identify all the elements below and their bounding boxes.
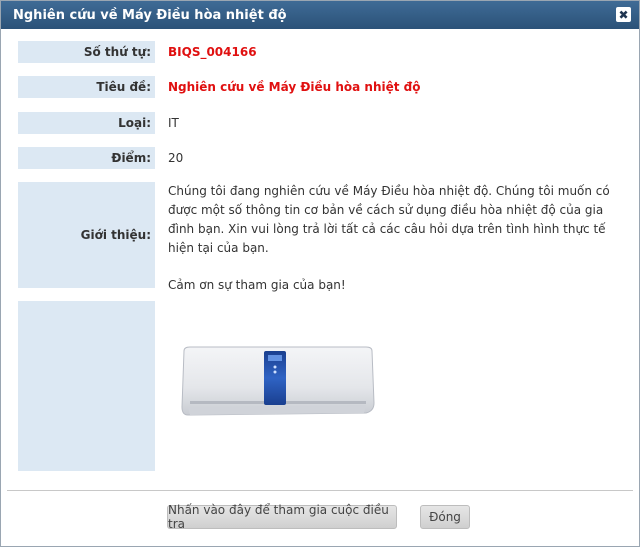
serial-value: BIQS_004166 <box>168 45 257 59</box>
close-icon[interactable]: ✖ <box>616 7 631 22</box>
points-row: Điểm: 20 <box>18 147 627 169</box>
intro-text: Chúng tôi đang nghiên cứu về Máy Điều hò… <box>168 182 627 313</box>
close-symbol: ✖ <box>618 7 629 22</box>
points-value: 20 <box>168 151 184 165</box>
close-button[interactable]: Đóng <box>420 505 470 529</box>
intro-paragraph-2: Cảm ơn sự tham gia của bạn! <box>168 278 346 292</box>
type-row: Loại: IT <box>18 112 627 134</box>
dialog-title: Nghiên cứu về Máy Điều hòa nhiệt độ <box>13 7 287 23</box>
serial-label: Số thứ tự: <box>18 41 155 63</box>
intro-row: Giới thiệu: Chúng tôi đang nghiên cứu về… <box>18 182 627 292</box>
air-conditioner-image <box>181 346 375 416</box>
footer-divider <box>7 490 633 491</box>
points-label: Điểm: <box>18 147 155 169</box>
dialog-titlebar: Nghiên cứu về Máy Điều hòa nhiệt độ ✖ <box>1 1 639 29</box>
survey-dialog: Nghiên cứu về Máy Điều hòa nhiệt độ ✖ Số… <box>0 0 640 547</box>
title-label: Tiêu đề: <box>18 76 155 98</box>
intro-label: Giới thiệu: <box>18 182 155 288</box>
title-value: Nghiên cứu về Máy Điều hòa nhiệt độ <box>168 80 421 94</box>
image-row <box>18 301 627 471</box>
type-value: IT <box>168 116 179 130</box>
intro-paragraph-1: Chúng tôi đang nghiên cứu về Máy Điều hò… <box>168 184 610 255</box>
image-label-cell <box>18 301 155 471</box>
title-row: Tiêu đề: Nghiên cứu về Máy Điều hòa nhiệ… <box>18 76 627 98</box>
serial-row: Số thứ tự: BIQS_004166 <box>18 41 627 63</box>
type-label: Loại: <box>18 112 155 134</box>
join-survey-button[interactable]: Nhấn vào đây để tham gia cuộc điều tra <box>167 503 397 531</box>
